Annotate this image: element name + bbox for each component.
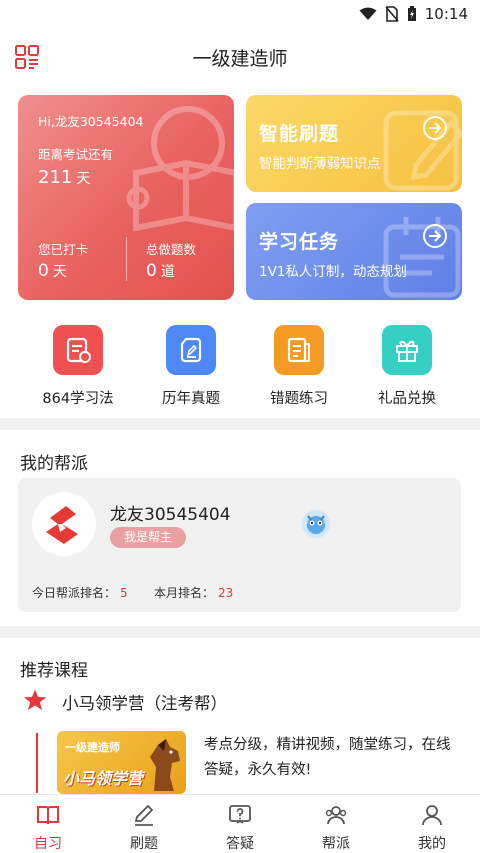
quick-action-gift-exchange[interactable]: 礼品兑换: [352, 322, 462, 408]
wifi-icon: [359, 7, 377, 20]
study-task-title: 学习任务: [259, 231, 340, 253]
quick-action-label: 礼品兑换: [378, 391, 436, 407]
tab-qa[interactable]: 答疑: [192, 795, 288, 853]
edit-note-icon: [383, 110, 462, 191]
clock: 10:14: [424, 5, 468, 23]
countdown-value: 211 天: [38, 167, 91, 188]
course-name: 小马领学营（注考帮）: [62, 694, 227, 713]
category-menu-icon[interactable]: [14, 44, 40, 70]
gang-section-title: 我的帮派: [20, 454, 88, 474]
thumbnail-caption: 一级建造师: [65, 741, 120, 754]
tab-label: 帮派: [322, 836, 350, 852]
divider: [126, 237, 127, 281]
gang-card[interactable]: 龙友30545404 我是帮主 今日帮派排名： 5 本月排名： 23: [18, 478, 461, 612]
course-description: 考点分级，精讲视频，随堂练习，在线答疑，永久有效!: [204, 737, 451, 778]
study-method-icon: [53, 325, 103, 375]
study-task-subtitle: 1V1私人订制，动态规划: [259, 264, 407, 280]
calendar-icon: [383, 217, 461, 298]
tab-label: 答疑: [226, 836, 254, 852]
tab-self-study[interactable]: 自习: [0, 795, 96, 853]
smart-practice-title: 智能刷题: [259, 123, 340, 145]
checkin-label: 您已打卡: [38, 242, 89, 257]
gift-icon: [382, 325, 432, 375]
timeline-line: [36, 733, 38, 793]
horse-mascot-icon: [150, 739, 180, 791]
countdown-label: 距离考试还有: [38, 147, 114, 162]
tab-label: 我的: [418, 836, 446, 852]
arrow-right-circle-icon: [423, 116, 447, 140]
tab-label: 刷题: [130, 836, 158, 852]
page-title: 一级建造师: [192, 47, 288, 70]
quick-action-study-method[interactable]: 864学习法: [23, 322, 133, 408]
quick-action-label: 864学习法: [42, 391, 114, 407]
section-divider: [0, 418, 480, 430]
study-task-card[interactable]: 学习任务 1V1私人订制，动态规划: [246, 203, 462, 300]
wrong-questions-icon: [274, 325, 324, 375]
question-icon: [229, 805, 251, 824]
section-divider: [0, 626, 480, 638]
pencil-icon: [134, 804, 154, 826]
book-icon: [37, 806, 59, 825]
smart-practice-card[interactable]: 智能刷题 智能判断薄弱知识点: [246, 95, 462, 192]
study-stats-card[interactable]: Hi,龙友30545404 距离考试还有 211 天 您已打卡 0天 总做题数 0…: [18, 95, 234, 300]
arrow-right-circle-icon: [423, 224, 447, 248]
title-bar: 一级建造师: [0, 28, 480, 86]
total-questions-value: 0道: [146, 261, 175, 281]
status-bar: 10:14: [0, 0, 480, 28]
tab-practice[interactable]: 刷题: [96, 795, 192, 853]
user-icon: [422, 805, 442, 826]
today-gang-rank: 今日帮派排名： 5: [32, 586, 128, 600]
thumbnail-title: 小马领学营: [63, 769, 144, 788]
no-sim-icon: [385, 6, 399, 22]
mascot-icon: [302, 510, 330, 538]
checkin-value: 0天: [38, 261, 67, 281]
quick-action-past-papers[interactable]: 历年真题: [136, 322, 246, 408]
tab-label: 自习: [34, 836, 62, 852]
smart-practice-subtitle: 智能判断薄弱知识点: [259, 156, 381, 172]
bottom-tab-bar: 自习 刷题 答疑 帮派 我的: [0, 794, 480, 853]
course-thumbnail[interactable]: 一级建造师 小马领学营: [57, 731, 186, 794]
battery-icon: [407, 6, 416, 21]
quick-action-label: 错题练习: [270, 391, 328, 407]
gang-name: 龙友30545404: [110, 505, 231, 525]
total-questions-label: 总做题数: [146, 242, 197, 257]
group-icon: [325, 806, 347, 825]
quick-action-label: 历年真题: [162, 391, 220, 407]
tab-gang[interactable]: 帮派: [288, 795, 384, 853]
greeting: Hi,龙友30545404: [38, 114, 144, 129]
quick-action-wrong-questions[interactable]: 错题练习: [244, 322, 354, 408]
course-section-title: 推荐课程: [20, 661, 88, 681]
gang-leader-badge: 我是帮主: [110, 527, 186, 548]
monthly-rank: 本月排名： 23: [154, 586, 234, 600]
gang-logo-icon: [33, 493, 95, 555]
star-icon: [24, 689, 46, 710]
course-item[interactable]: 小马领学营（注考帮）: [20, 688, 460, 713]
past-papers-icon: [166, 325, 216, 375]
quick-actions: 864学习法 历年真题 错题练习 礼品兑换: [0, 322, 480, 412]
tab-mine[interactable]: 我的: [384, 795, 480, 853]
gang-avatar: [32, 492, 96, 556]
